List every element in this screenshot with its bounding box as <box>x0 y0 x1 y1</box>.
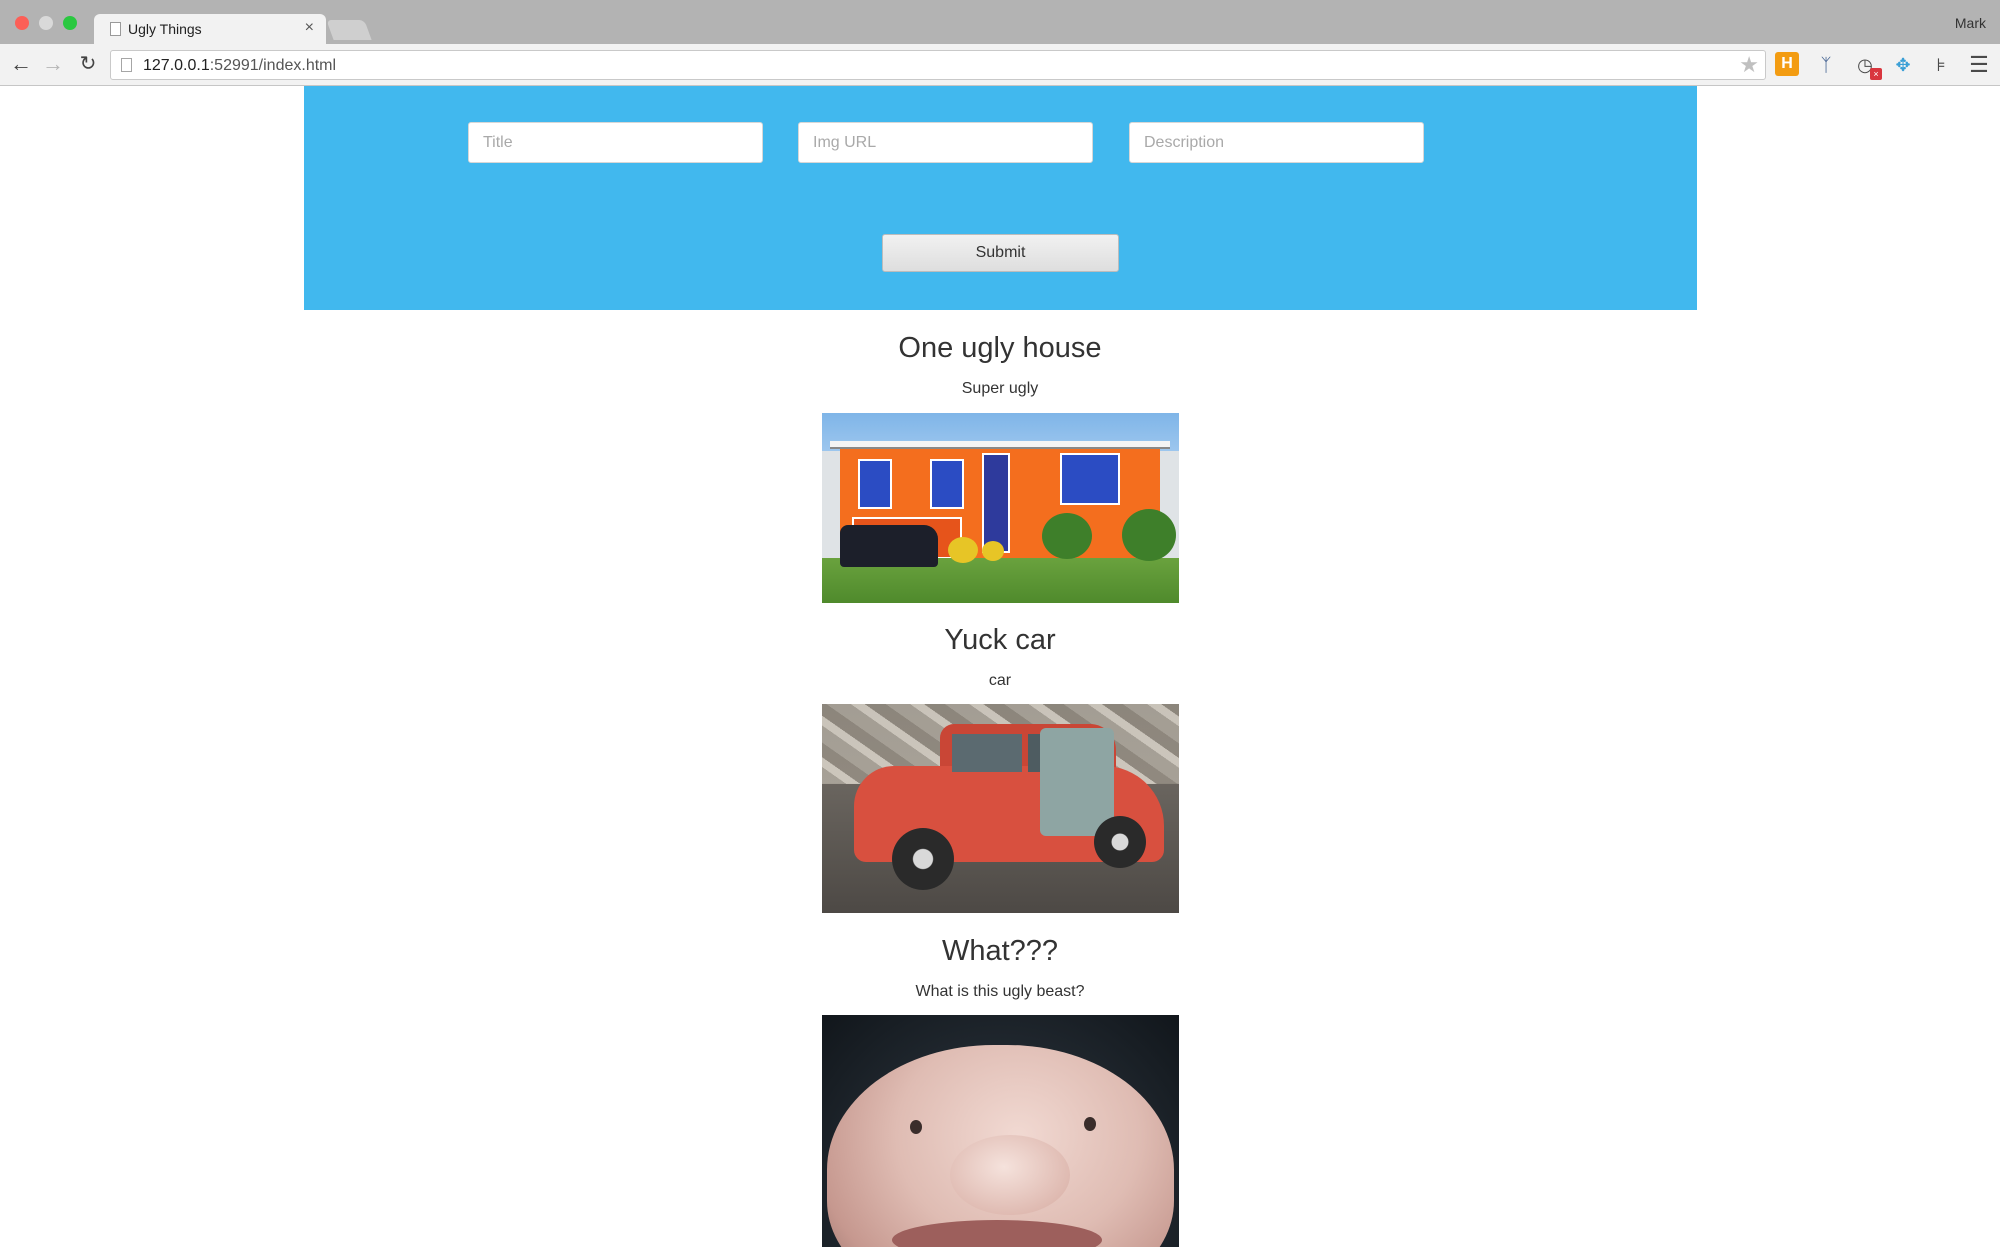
url-path: :52991/index.html <box>209 57 337 74</box>
car-window <box>952 734 1022 772</box>
hamburger-menu-icon[interactable]: ☰ <box>1966 52 1992 78</box>
extension-fork-icon[interactable]: ᛉ <box>1813 52 1839 78</box>
url-host: 127.0.0.1 <box>143 57 210 74</box>
star-icon[interactable]: ★ <box>1739 52 1759 78</box>
item-description: What is this ugly beast? <box>915 983 1085 1000</box>
title-input[interactable] <box>468 122 763 163</box>
page-icon <box>110 22 121 36</box>
browser-titlebar: Ugly Things × Mark <box>0 0 2000 44</box>
item-image-blobfish <box>822 1015 1179 1247</box>
page-icon <box>121 58 132 72</box>
reload-icon[interactable]: ↻ <box>74 50 102 78</box>
extension-evernote-icon[interactable]: ⊧ <box>1928 52 1954 78</box>
house-window <box>1060 453 1120 505</box>
extension-network-icon[interactable]: ✥ <box>1890 52 1916 78</box>
address-bar[interactable]: 127.0.0.1:52991/index.html ★ <box>110 50 1766 80</box>
house-window <box>930 459 964 509</box>
url-text[interactable]: 127.0.0.1:52991/index.html <box>143 57 336 75</box>
house-door <box>982 453 1010 553</box>
browser-tab[interactable]: Ugly Things × <box>94 14 326 44</box>
profile-name[interactable]: Mark <box>1955 15 1986 31</box>
item-image-house <box>822 413 1179 603</box>
house-truck <box>840 525 938 567</box>
blobfish-nose <box>950 1135 1070 1215</box>
tab-close-icon[interactable]: × <box>305 19 314 37</box>
item-title: One ugly house <box>898 332 1102 364</box>
car-wheel <box>1094 816 1146 868</box>
description-input[interactable] <box>1129 122 1424 163</box>
new-tab-button[interactable] <box>326 20 372 40</box>
img-url-input[interactable] <box>798 122 1093 163</box>
house-roof <box>830 441 1170 449</box>
extension-clock-icon[interactable]: ◷ × <box>1852 52 1882 80</box>
back-arrow-icon[interactable]: ← <box>7 50 35 78</box>
extension-badge: × <box>1870 68 1882 80</box>
car-wheel <box>892 828 954 890</box>
blobfish-eye <box>910 1120 922 1134</box>
zoom-window-button[interactable] <box>63 16 77 30</box>
car-door-patch <box>1040 728 1114 836</box>
item-description: Super ugly <box>961 380 1039 397</box>
browser-toolbar: ← → ↻ 127.0.0.1:52991/index.html ★ H ᛉ ◷… <box>0 44 2000 86</box>
close-window-button[interactable] <box>15 16 29 30</box>
tab-title: Ugly Things <box>128 21 202 37</box>
item-title: What??? <box>941 935 1059 967</box>
house-window <box>858 459 892 509</box>
forward-arrow-icon[interactable]: → <box>39 50 67 78</box>
item-image-car <box>822 704 1179 913</box>
house-flowers <box>948 537 978 563</box>
item-title: Yuck car <box>944 624 1056 656</box>
house-flowers <box>982 541 1004 561</box>
blobfish-eye <box>1084 1117 1096 1131</box>
house-bush <box>1122 509 1176 561</box>
item-description: car <box>988 672 1012 689</box>
submit-button[interactable]: Submit <box>882 234 1119 272</box>
extension-h-icon[interactable]: H <box>1775 52 1799 76</box>
form-banner: Submit <box>304 86 1697 310</box>
minimize-window-button[interactable] <box>39 16 53 30</box>
house-bush <box>1042 513 1092 559</box>
